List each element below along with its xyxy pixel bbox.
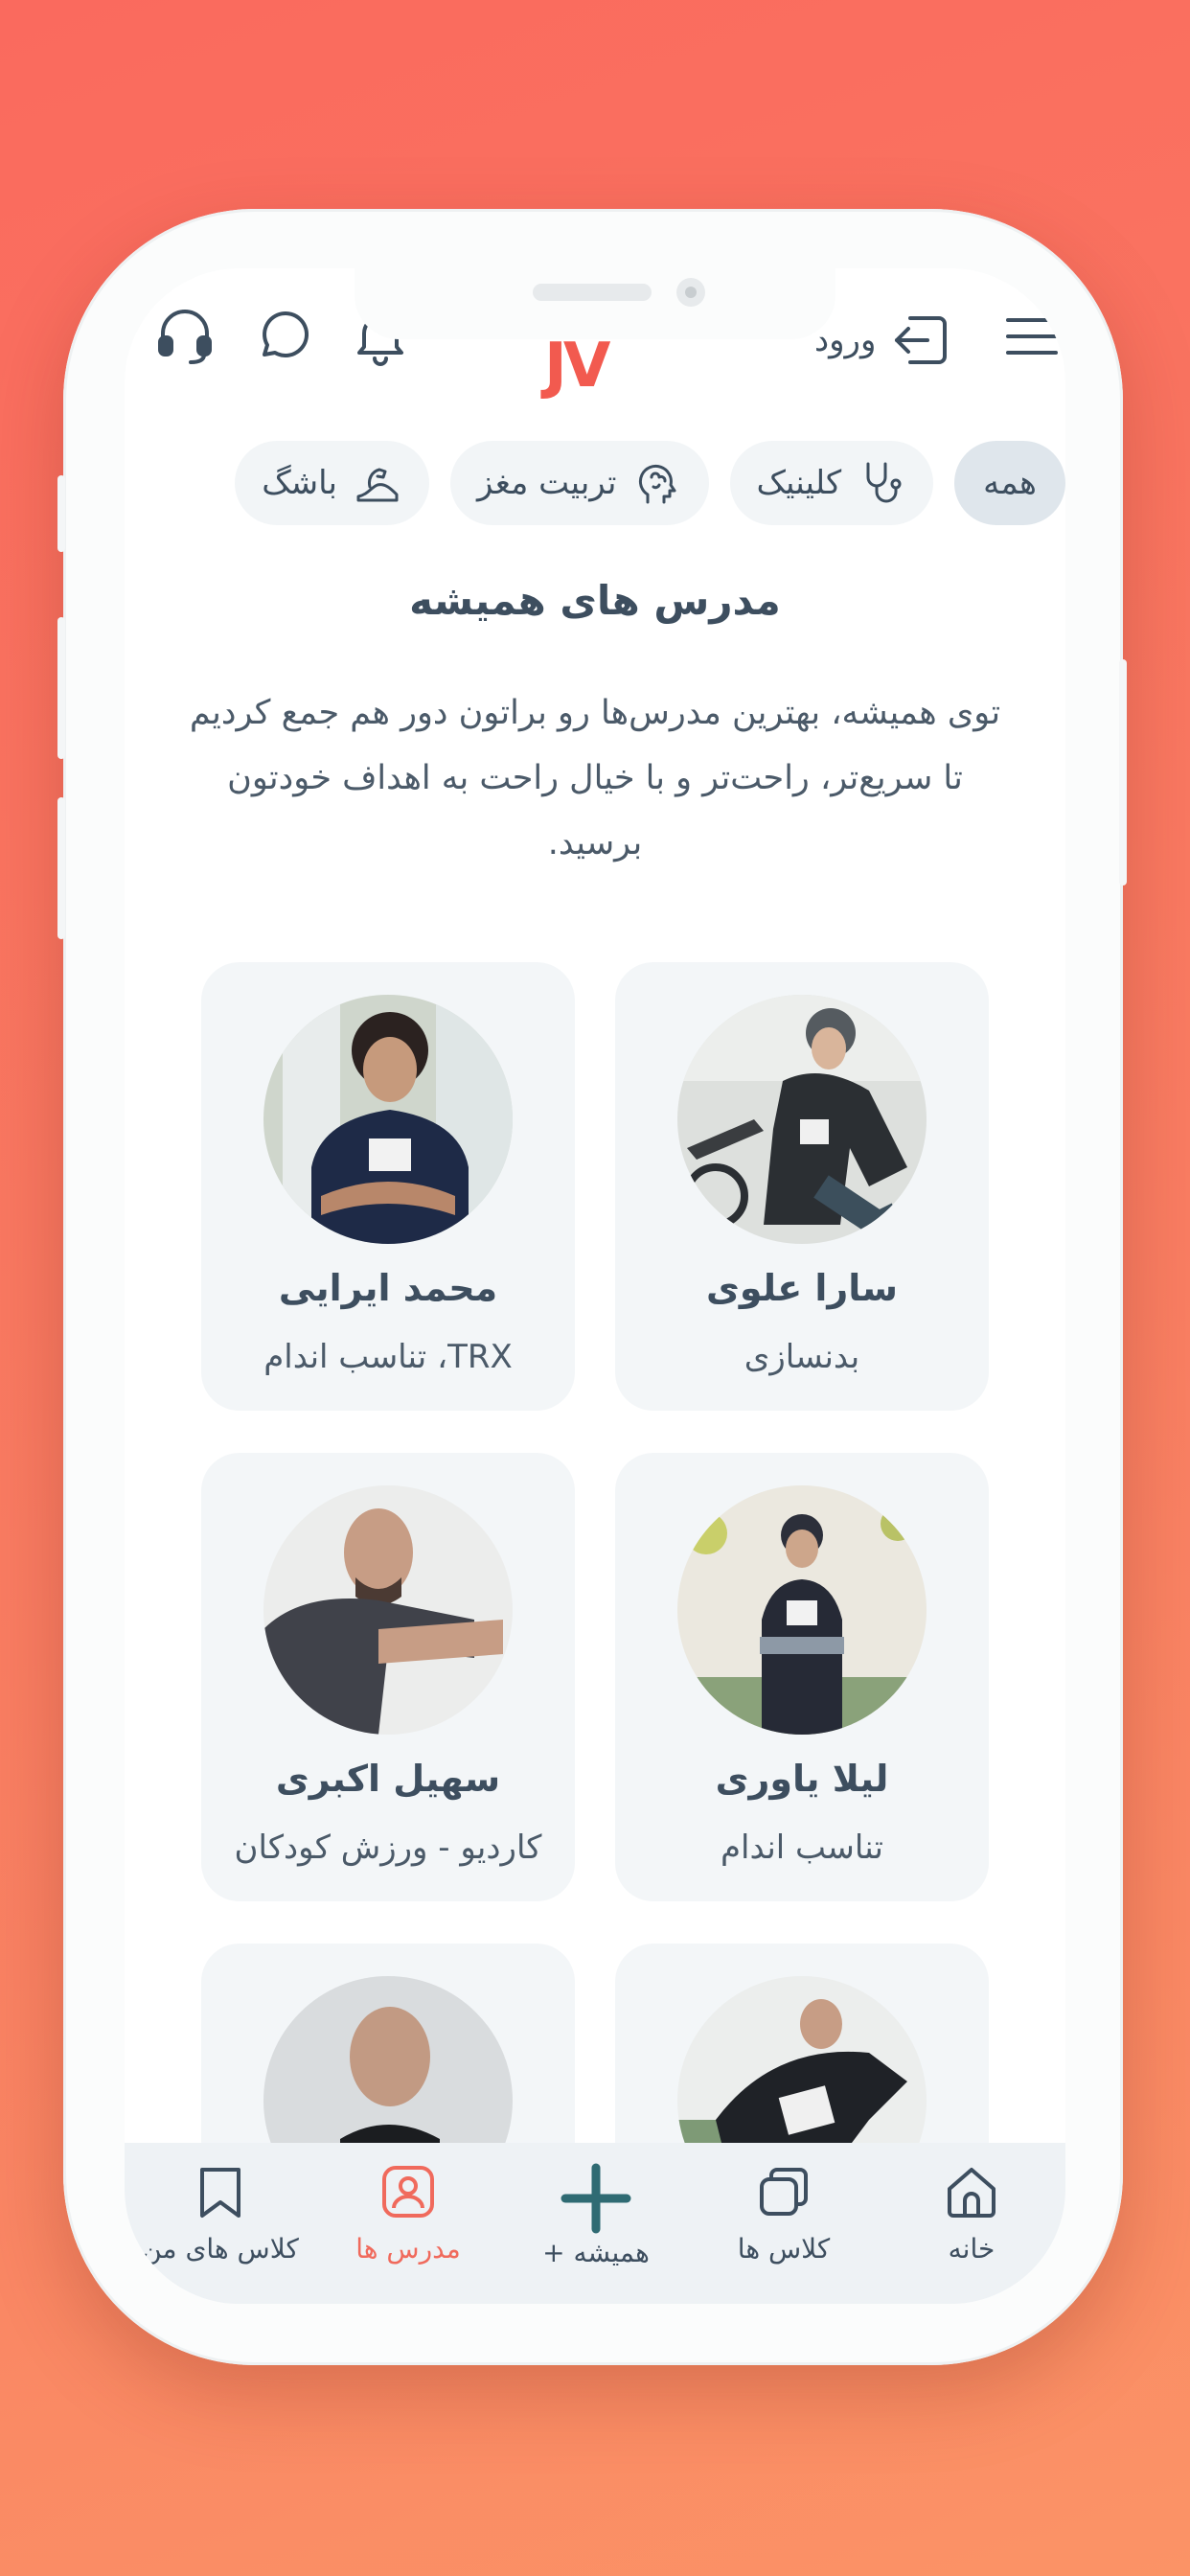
chip-brain-training-label: تربیت مغز xyxy=(477,464,617,502)
login-icon xyxy=(895,316,948,364)
phone-side-button xyxy=(57,475,65,552)
chip-gym-label: باشگ xyxy=(262,464,337,502)
stethoscope-icon xyxy=(866,462,902,503)
muscle-icon xyxy=(356,468,399,502)
instructor-avatar xyxy=(677,1485,927,1735)
phone-power-button xyxy=(1119,659,1127,886)
app-logo[interactable]: JV xyxy=(544,335,610,397)
nav-my-classes-label: کلاس های من xyxy=(142,2233,299,2265)
page-title: مدرس های همیشه xyxy=(409,577,781,624)
nav-home[interactable]: خانه xyxy=(878,2160,1065,2294)
instructor-avatar xyxy=(263,1485,513,1735)
page-description: توی همیشه، بهترین مدرس‌ها رو براتون دور … xyxy=(189,694,1001,862)
instructor-avatar xyxy=(263,995,513,1244)
chip-clinic-label: کلینیک xyxy=(756,464,842,502)
instructor-specialty: TRX، تناسب اندام xyxy=(263,1338,513,1376)
instructor-card-mohammad-irayi[interactable]: محمد ایرایی TRX، تناسب اندام xyxy=(201,962,575,1411)
headset-icon[interactable] xyxy=(151,303,218,370)
instructor-card-soheil-akbari[interactable]: سهیل اکبری کاردیو - ورزش کودکان xyxy=(201,1453,575,1901)
nav-hamishe-plus[interactable]: همیشه + xyxy=(502,2160,690,2294)
instructor-name: لیلا یاوری xyxy=(715,1758,889,1800)
notch-camera xyxy=(676,278,705,307)
home-icon xyxy=(948,2168,995,2218)
nav-classes[interactable]: کلاس ها xyxy=(690,2160,878,2294)
instructor-avatar xyxy=(677,995,927,1244)
nav-classes-label: کلاس ها xyxy=(737,2233,831,2265)
phone-volume-up-button xyxy=(57,617,65,759)
nav-my-classes[interactable]: کلاس های من xyxy=(126,2160,314,2294)
nav-hamishe-plus-label: همیشه + xyxy=(542,2237,650,2268)
instructor-specialty: کاردیو - ورزش کودکان xyxy=(234,1828,542,1867)
instructor-name: سهیل اکبری xyxy=(275,1758,501,1800)
nav-home-label: خانه xyxy=(948,2233,995,2265)
chat-icon[interactable] xyxy=(249,303,316,370)
instructor-card-sara-alavi[interactable]: سارا علوی بدنسازی xyxy=(615,962,989,1411)
instructor-specialty: تناسب اندام xyxy=(720,1828,884,1867)
notch-speaker xyxy=(533,284,652,301)
instructor-name: سارا علوی xyxy=(706,1267,898,1309)
chip-all-label: همه xyxy=(983,464,1037,502)
login-label: ورود xyxy=(814,321,877,359)
instructor-name: محمد ایرایی xyxy=(278,1267,498,1309)
phone-notch xyxy=(355,268,835,339)
nav-instructors-label: مدرس ها xyxy=(355,2233,461,2265)
category-chips: همه کلینیک تربیت مغز باشگ xyxy=(163,441,1065,527)
app-screen: ورود JV همه کلینیک تربیت مغز باشگ مدرس ه… xyxy=(125,268,1065,2304)
chip-clinic[interactable]: کلینیک xyxy=(729,441,934,525)
chip-gym[interactable]: باشگ xyxy=(235,441,429,525)
chip-all[interactable]: همه xyxy=(954,441,1065,525)
instructor-card-leila-yavari[interactable]: لیلا یاوری تناسب اندام xyxy=(615,1453,989,1901)
classes-icon xyxy=(760,2168,808,2216)
login-button[interactable]: ورود xyxy=(814,307,952,374)
chip-brain-training[interactable]: تربیت مغز xyxy=(450,441,709,525)
plus-icon xyxy=(561,2163,631,2234)
nav-instructors[interactable]: مدرس ها xyxy=(314,2160,502,2294)
bookmark-icon xyxy=(200,2168,240,2218)
instructor-specialty: بدنسازی xyxy=(744,1338,860,1376)
menu-icon[interactable] xyxy=(998,303,1065,370)
phone-volume-down-button xyxy=(57,797,65,939)
bottom-navigation: خانه کلاس ها همیشه + مدرس ها کلاس های من xyxy=(125,2143,1065,2304)
instructor-profile-icon xyxy=(382,2166,434,2218)
brain-icon xyxy=(638,464,676,504)
